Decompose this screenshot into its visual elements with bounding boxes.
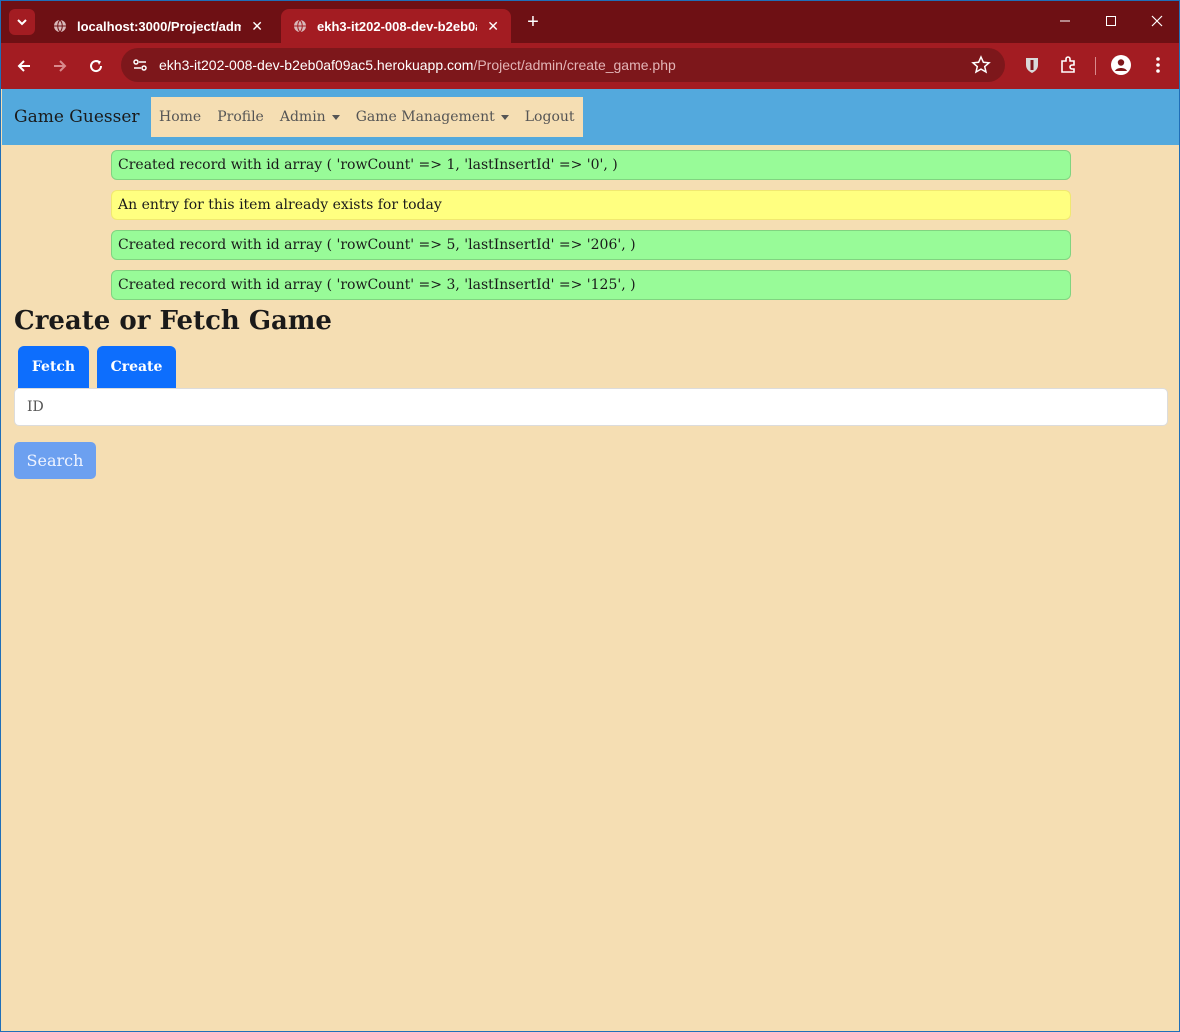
nav-dropdown-admin[interactable]: Admin	[272, 109, 348, 125]
maximize-icon	[1106, 16, 1116, 26]
bookmark-star-icon[interactable]	[971, 55, 991, 75]
shield-icon	[1026, 58, 1038, 73]
address-bar[interactable]: ekh3-it202-008-dev-b2eb0af09ac5.herokuap…	[121, 48, 1005, 82]
maximize-button[interactable]	[1096, 9, 1126, 33]
flash-message-success: Created record with id array ( 'rowCount…	[111, 270, 1071, 300]
arrow-left-icon	[17, 60, 30, 72]
tab-localhost[interactable]: localhost:3000/Project/admin/... ✕	[41, 9, 275, 43]
id-input[interactable]	[14, 388, 1168, 426]
brand-logo-text[interactable]: Game Guesser	[14, 107, 140, 127]
url-text: ekh3-it202-008-dev-b2eb0af09ac5.herokuap…	[159, 57, 676, 73]
toolbar-divider	[1095, 57, 1096, 75]
site-navbar: Game Guesser Home Profile Admin Game Man…	[2, 89, 1179, 145]
search-button[interactable]: Search	[14, 442, 96, 479]
close-icon	[1151, 15, 1163, 27]
tab-create[interactable]: Create	[97, 346, 176, 388]
flash-message-success: Created record with id array ( 'rowCount…	[111, 230, 1071, 260]
tab-title: ekh3-it202-008-dev-b2eb0af09ac5.herokuap…	[317, 18, 477, 34]
nav-dropdown-game-management[interactable]: Game Management	[348, 109, 517, 125]
url-path: /Project/admin/create_game.php	[473, 57, 676, 73]
tab-search-button[interactable]	[9, 9, 35, 35]
tab-heroku[interactable]: ekh3-it202-008-dev-b2eb0af09ac5.herokuap…	[281, 9, 511, 43]
caret-down-icon	[500, 114, 509, 120]
arrow-right-icon	[54, 60, 67, 72]
flash-message-success: Created record with id array ( 'rowCount…	[111, 150, 1071, 180]
nav-links: Home Profile Admin Game Management Logou…	[151, 97, 583, 137]
tab-strip: localhost:3000/Project/admin/... ✕ ekh3-…	[1, 1, 1179, 43]
tab-fetch[interactable]: Fetch	[18, 346, 89, 388]
site-settings-icon[interactable]	[131, 56, 149, 74]
nav-link-logout[interactable]: Logout	[517, 109, 583, 125]
nav-dropdown-label: Admin	[279, 109, 326, 125]
close-tab-icon[interactable]: ✕	[251, 18, 263, 35]
extension-shield-button[interactable]	[1020, 53, 1044, 77]
minimize-button[interactable]	[1050, 9, 1080, 33]
globe-icon	[54, 19, 66, 33]
browser-window: localhost:3000/Project/admin/... ✕ ekh3-…	[0, 0, 1180, 1032]
nav-dropdown-label: Game Management	[355, 109, 495, 125]
globe-icon	[294, 19, 306, 33]
reload-button[interactable]	[84, 54, 108, 78]
close-tab-icon[interactable]: ✕	[487, 18, 499, 35]
browser-menu-button[interactable]	[1146, 53, 1170, 77]
page-title: Create or Fetch Game	[14, 306, 332, 336]
nav-link-home[interactable]: Home	[151, 109, 209, 125]
url-host: ekh3-it202-008-dev-b2eb0af09ac5.herokuap…	[159, 57, 474, 73]
avatar-icon	[1111, 55, 1131, 75]
back-button[interactable]	[12, 54, 36, 78]
extensions-button[interactable]	[1056, 53, 1080, 77]
tab-title: localhost:3000/Project/admin/...	[77, 18, 241, 34]
browser-toolbar: ekh3-it202-008-dev-b2eb0af09ac5.herokuap…	[1, 43, 1179, 89]
flash-message-warning: An entry for this item already exists fo…	[111, 190, 1071, 220]
forward-button[interactable]	[48, 54, 72, 78]
close-window-button[interactable]	[1142, 9, 1172, 33]
nav-link-profile[interactable]: Profile	[209, 109, 272, 125]
new-tab-button[interactable]: +	[522, 11, 544, 33]
chevron-down-icon	[17, 19, 27, 26]
caret-down-icon	[331, 114, 340, 120]
web-page: Game Guesser Home Profile Admin Game Man…	[2, 89, 1179, 1031]
profile-button[interactable]	[1109, 53, 1133, 77]
puzzle-icon	[1061, 56, 1075, 73]
minimize-icon	[1060, 20, 1070, 22]
reload-icon	[90, 60, 103, 73]
more-vertical-icon	[1156, 57, 1160, 73]
